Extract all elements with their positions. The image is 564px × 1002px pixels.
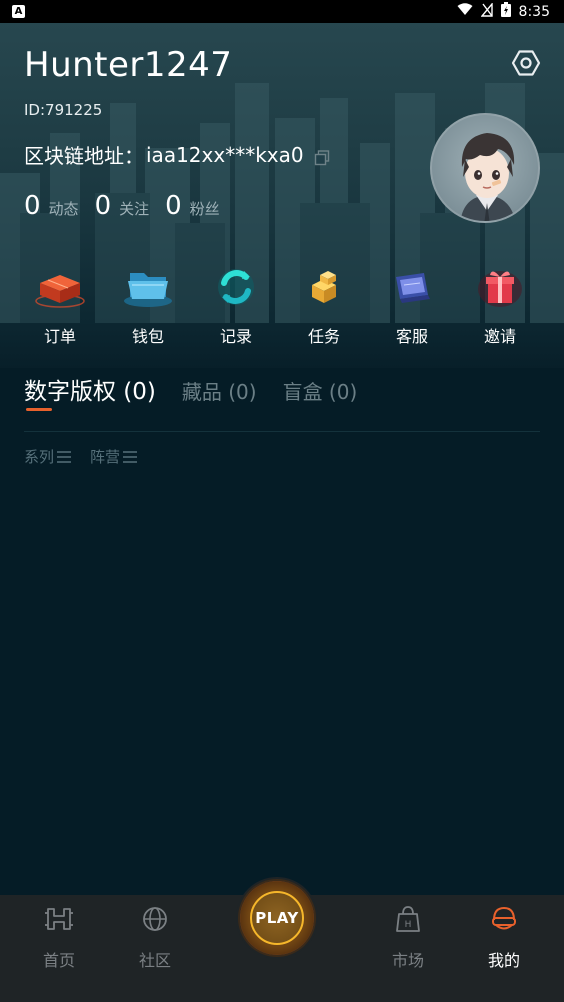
play-button-label: PLAY — [250, 891, 304, 945]
nav-home[interactable]: 首页 — [24, 905, 94, 971]
filter-faction-label: 阵营 — [90, 448, 121, 466]
quick-action-tasks[interactable]: 任务 — [280, 261, 368, 351]
profile-helmet-icon — [492, 906, 516, 930]
profile-header: Hunter1247 ID:791225 区块链地址： iaa12xx***kx… — [0, 23, 564, 368]
quick-action-records-label: 记录 — [219, 327, 252, 346]
quick-action-service[interactable]: 客服 — [368, 261, 456, 351]
avatar-illustration — [460, 133, 516, 221]
quick-action-records[interactable]: 记录 — [192, 261, 280, 351]
stat-following[interactable]: 0 关注 — [95, 191, 150, 221]
filter-series-label: 系列 — [24, 448, 55, 466]
nav-community[interactable]: 社区 — [120, 905, 190, 971]
chain-address-row: 区块链地址： iaa12xx***kxa0 — [24, 140, 330, 169]
nav-profile[interactable]: 我的 — [469, 905, 539, 971]
menu-lines-icon — [57, 450, 72, 463]
nav-profile-label: 我的 — [487, 951, 520, 970]
invite-gift-icon — [472, 261, 528, 313]
stat-following-value: 0 — [94, 191, 112, 221]
order-box-icon — [32, 261, 88, 313]
status-bar: A 8:35 — [0, 0, 564, 23]
user-id: ID:791225 — [24, 101, 103, 119]
stat-fans-value: 0 — [165, 191, 182, 221]
stat-posts-value: 0 — [24, 191, 41, 221]
menu-lines-icon — [123, 450, 138, 463]
quick-action-wallet-label: 钱包 — [131, 327, 164, 346]
status-right: 8:35 — [457, 1, 550, 21]
settings-hex-icon — [511, 50, 541, 76]
quick-action-wallet[interactable]: 钱包 — [104, 261, 192, 351]
service-screen-icon — [384, 261, 440, 313]
quick-action-orders[interactable]: 订单 — [16, 261, 104, 351]
stat-posts-label: 动态 — [48, 200, 79, 218]
filter-bar: 系列 阵营 — [24, 446, 138, 467]
status-left: A — [12, 5, 25, 18]
app-notification-icon: A — [12, 5, 25, 18]
quick-action-service-label: 客服 — [395, 327, 428, 346]
stat-following-label: 关注 — [119, 200, 150, 218]
copy-icon[interactable] — [314, 147, 330, 165]
quick-action-invite[interactable]: 邀请 — [456, 261, 544, 351]
tab-digital-copyright[interactable]: 数字版权 (0) — [24, 372, 156, 406]
no-signal-icon — [480, 1, 493, 21]
filter-series[interactable]: 系列 — [24, 446, 72, 467]
quick-actions: 订单 钱包 记录 任务 客服 邀请 — [0, 261, 564, 351]
tab-collectibles[interactable]: 藏品 (0) — [182, 376, 257, 405]
stat-fans-label: 粉丝 — [189, 200, 220, 218]
stat-posts[interactable]: 0 动态 — [24, 191, 79, 221]
profile-stats: 0 动态 0 关注 0 粉丝 — [24, 191, 236, 221]
chain-address-value: iaa12xx***kxa0 — [146, 142, 304, 167]
task-cubes-icon — [296, 261, 352, 313]
nav-market[interactable]: H 市场 — [373, 905, 443, 971]
chain-address-label: 区块链地址： — [24, 144, 144, 168]
settings-button[interactable] — [508, 45, 544, 81]
battery-charging-icon — [500, 2, 511, 21]
play-button-wrap: PLAY — [236, 877, 318, 959]
stat-fans[interactable]: 0 粉丝 — [165, 191, 220, 221]
quick-action-tasks-label: 任务 — [307, 327, 340, 346]
wifi-icon — [457, 3, 473, 20]
active-tab-indicator — [26, 408, 52, 411]
tabs-divider — [24, 431, 540, 432]
home-h-icon — [45, 908, 73, 930]
filter-faction[interactable]: 阵营 — [90, 446, 138, 467]
username: Hunter1247 — [24, 45, 233, 85]
svg-text:H: H — [405, 920, 412, 930]
play-button[interactable]: PLAY — [240, 881, 314, 955]
nav-market-label: 市场 — [391, 951, 424, 970]
record-refresh-icon — [208, 261, 264, 313]
nav-community-label: 社区 — [138, 951, 171, 970]
tab-blind-box[interactable]: 盲盒 (0) — [283, 376, 358, 405]
globe-icon — [143, 907, 167, 931]
wallet-folder-icon — [120, 261, 176, 313]
clock-time: 8:35 — [518, 3, 550, 20]
market-bag-icon: H — [396, 906, 420, 932]
quick-action-orders-label: 订单 — [43, 327, 76, 346]
nav-home-label: 首页 — [42, 951, 75, 970]
collection-tabs: 数字版权 (0) 藏品 (0) 盲盒 (0) — [24, 372, 383, 406]
avatar[interactable] — [430, 113, 540, 223]
quick-action-invite-label: 邀请 — [483, 327, 516, 346]
